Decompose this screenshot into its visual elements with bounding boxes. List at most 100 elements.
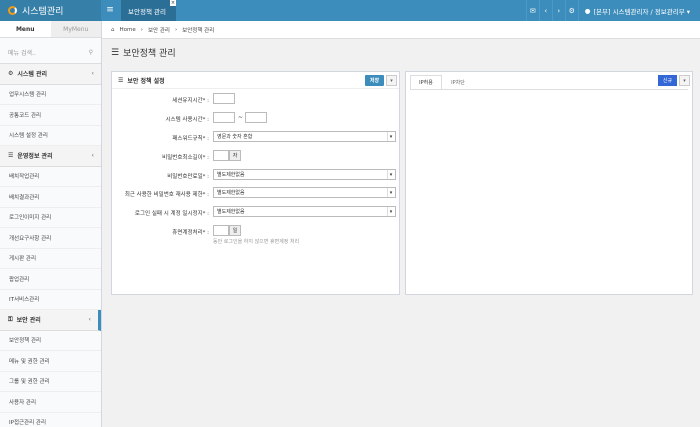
sidebar-item[interactable]: 시스템 설정 관리 [0,126,101,146]
sidebar-item[interactable]: 게시판 관리 [0,249,101,269]
password-reuse-select[interactable]: 별도제한없음 ▾ [213,187,396,198]
field-label: 시스템 사용시간* : [165,117,209,123]
chevron-down-icon: ▾ [387,132,394,141]
row-session-timeout: 세션유지시간* : [112,93,401,108]
breadcrumb-section[interactable]: 보안 관리 [148,26,170,34]
select-value: 별도제한없음 [217,209,245,215]
logo-icon [8,6,17,15]
field-label: 휴면계정처리* : [172,230,209,236]
chevron-left-icon: ‹ [91,70,94,78]
app-logo[interactable]: 시스템관리 [0,0,101,21]
tab-divider [410,89,688,90]
main-content: ⌂ Home › 보안 관리 › 보안정책 관리 ☰ 보안정책 관리 ☰ 보안 … [102,21,700,427]
list-icon: ☰ [8,152,14,160]
row-login-lock: 로그인 실패 시 계정 일시정지* : 별도제한없음 ▾ [112,206,401,221]
box-header: ☰ 보안 정책 설정 저장 ▾ [112,72,399,89]
password-min-len-input[interactable] [213,150,229,161]
password-rule-select[interactable]: 영문과 숫자 혼합 ▾ [213,131,396,142]
chevron-left-icon: ‹ [88,316,91,324]
sidebar-item[interactable]: 배치작업관리 [0,167,101,187]
save-button[interactable]: 저장 [365,75,384,86]
sidebar-item[interactable]: 업무시스템 관리 [0,85,101,105]
gear-icon: ⚙ [8,70,14,78]
row-password-rule: 패스워드규칙* : 영문과 숫자 혼합 ▾ [112,131,401,146]
sidebar-item[interactable]: IP접근관리 관리 [0,413,101,427]
select-value: 별도제한없음 [217,190,245,196]
box-title: 보안 정책 설정 [127,77,165,85]
chevron-down-icon[interactable]: ▾ [679,75,690,86]
sidebar-item[interactable]: IT서비스관리 [0,290,101,310]
sidebar-item[interactable]: 그룹 및 권한 관리 [0,372,101,392]
menu-search[interactable]: 메뉴 검색.. ⚲ [0,42,101,64]
sidebar-group[interactable]: ⚙ 시스템 관리 ‹ [0,64,101,85]
sidebar-group[interactable]: ☰ 운영정보 관리 ‹ [0,146,101,167]
tab-menu[interactable]: Menu [0,21,51,37]
sidebar-toggle-icon[interactable]: ≡ [105,5,115,15]
sidebar-item[interactable]: 공통코드 관리 [0,105,101,126]
sidebar-item[interactable]: 보안정책 관리 [0,331,101,351]
chevron-right-icon[interactable]: › [551,0,565,21]
dormant-days-input[interactable] [213,225,229,236]
breadcrumb-current: 보안정책 관리 [182,27,215,34]
user-menu[interactable]: ● [본부] 시스템관리자 / 정보관리부 ▾ [577,0,700,21]
sidebar-item[interactable]: 로그인이미지 관리 [0,208,101,228]
chevron-down-icon: ▾ [387,188,394,197]
session-timeout-input[interactable] [213,93,235,104]
breadcrumb-sep: › [174,26,178,33]
field-label: 비밀번호최소길이* : [162,155,209,161]
user-icon: ● [584,6,591,15]
new-button[interactable]: 신규 [658,75,677,86]
close-icon[interactable]: × [170,0,176,6]
tab-mymenu[interactable]: MyMenu [50,21,101,37]
unit-addon: 일 [229,225,241,236]
chevron-down-icon[interactable]: ▾ [386,75,397,86]
list-icon: ☰ [111,47,120,58]
field-label: 최근 사용한 비밀번호 재사용 제한* : [124,192,209,198]
top-icons: ✉ ‹ › ⚙ ● [본부] 시스템관리자 / 정보관리부 ▾ [525,0,700,21]
field-label: 로그인 실패 시 계정 일시정지* : [134,211,209,217]
tab-ip-allow[interactable]: IP허용 [410,75,442,89]
sidebar-item[interactable]: 배치결과관리 [0,187,101,208]
search-icon[interactable]: ⚲ [89,49,93,56]
mail-icon[interactable]: ✉ [525,0,539,21]
sidebar-group-label: 시스템 관리 [17,71,48,79]
open-tab[interactable]: 보안정책 관리 × [121,0,176,21]
chevron-down-icon: ▾ [387,170,394,179]
ip-access-box: IP허용 IP차단 신규 ▾ [405,71,693,295]
sidebar-item[interactable]: 개선요구사항 관리 [0,228,101,249]
hours-to-input[interactable] [245,112,267,123]
select-value: 영문과 숫자 혼합 [217,134,253,140]
row-system-hours: 시스템 사용시간* : ~ [112,112,401,127]
hours-from-input[interactable] [213,112,235,123]
chevron-left-icon: ‹ [91,152,94,160]
login-lock-select[interactable]: 별도제한없음 ▾ [213,206,396,217]
field-label: 비밀번호만료일* : [167,174,209,180]
page-title-text: 보안정책 관리 [123,49,176,59]
row-password-reuse: 최근 사용한 비밀번호 재사용 제한* : 별도제한없음 ▾ [112,187,401,202]
sidebar: Menu MyMenu 메뉴 검색.. ⚲ ⚙ 시스템 관리 ‹ 업무시스템 관리 공통… [0,21,102,427]
lock-icon: ⚿ [8,315,13,323]
range-dash: ~ [238,114,244,121]
search-input[interactable]: 메뉴 검색.. [8,48,36,57]
field-label: 패스워드규칙* : [172,136,209,142]
select-value: 별도제한없음 [217,172,245,178]
page-title: ☰ 보안정책 관리 [111,46,176,60]
sidebar-item[interactable]: 메뉴 및 권한 관리 [0,351,101,372]
sidebar-item[interactable]: 팝업관리 [0,269,101,290]
breadcrumb: ⌂ Home › 보안 관리 › 보안정책 관리 [102,21,700,39]
sidebar-group[interactable]: ⚿ 보안 관리 ‹ [0,310,101,331]
row-dormant: 휴면계정처리* : 일 동안 로그인을 하지 않으면 휴면계정 처리 [112,225,401,245]
dormant-help-text: 동안 로그인을 하지 않으면 휴면계정 처리 [213,239,300,245]
sidebar-item[interactable]: 사용자 관리 [0,392,101,413]
open-tab-label: 보안정책 관리 [128,7,166,16]
app-title: 시스템관리 [22,7,64,17]
ip-tabs: IP허용 IP차단 [410,75,474,89]
password-expiry-select[interactable]: 별도제한없음 ▾ [213,169,396,180]
breadcrumb-home[interactable]: Home [120,27,136,33]
chevron-left-icon[interactable]: ‹ [538,0,552,21]
tab-ip-block[interactable]: IP차단 [442,75,474,89]
breadcrumb-sep: › [140,26,143,33]
gear-icon[interactable]: ⚙ [564,0,578,21]
home-icon: ⌂ [111,26,115,33]
list-icon: ☰ [118,76,124,84]
